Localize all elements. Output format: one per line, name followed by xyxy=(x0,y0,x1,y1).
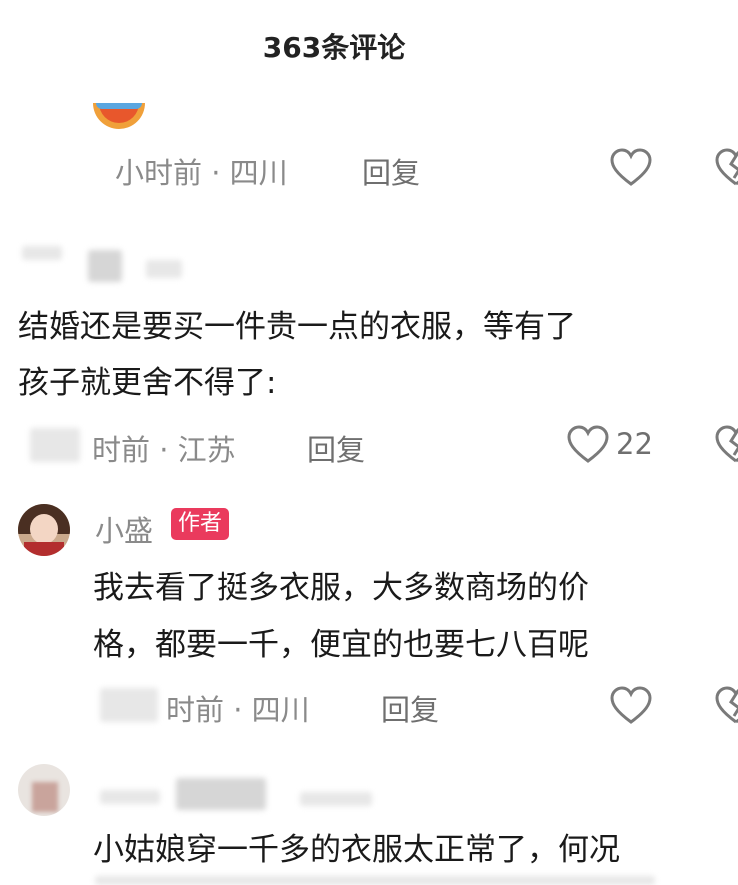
like-count: 22 xyxy=(616,427,653,461)
avatar[interactable] xyxy=(18,764,70,816)
blurred-username xyxy=(22,246,62,260)
dislike-icon[interactable] xyxy=(715,686,738,726)
author-badge-label: 作者 xyxy=(171,508,230,540)
avatar[interactable] xyxy=(18,504,70,556)
comment-text-line: 结婚还是要买一件贵一点的衣服，等有了 xyxy=(18,309,576,345)
dislike-icon[interactable] xyxy=(715,425,738,465)
comments-count-title: 363条评论 xyxy=(262,31,406,64)
reply-button[interactable]: 回复 xyxy=(381,687,439,729)
reply-button[interactable]: 回复 xyxy=(362,150,420,192)
comment-time-location: 时前 · 江苏 xyxy=(92,433,236,467)
heart-icon[interactable] xyxy=(610,686,652,726)
comment-text-line: 孩子就更舍不得了: xyxy=(18,365,277,401)
blurred-time xyxy=(30,428,80,462)
comment-text-line: 格，都要一千，便宜的也要七八百呢 xyxy=(93,627,589,663)
blurred-username xyxy=(176,778,266,810)
username[interactable]: 小盛 xyxy=(95,508,153,550)
author-badge: 作者 xyxy=(171,508,230,540)
blurred-time xyxy=(100,688,158,722)
comment-text-line: 小姑娘穿一千多的衣服太正常了，何况 xyxy=(93,832,620,868)
blurred-username xyxy=(100,790,160,804)
comment-text-line: 我去看了挺多衣服，大多数商场的价 xyxy=(93,570,589,606)
blurred-text-line xyxy=(95,876,655,885)
heart-icon[interactable] xyxy=(567,425,609,465)
reply-button[interactable]: 回复 xyxy=(307,427,365,469)
blurred-username xyxy=(146,260,182,278)
heart-icon[interactable] xyxy=(610,148,652,188)
dislike-icon[interactable] xyxy=(715,148,738,188)
blurred-username xyxy=(88,250,122,282)
avatar[interactable] xyxy=(93,103,145,129)
comment-time-location: 时前 · 四川 xyxy=(166,693,310,727)
blurred-username xyxy=(300,792,372,806)
comment-time-location: 小时前 · 四川 xyxy=(115,156,288,190)
